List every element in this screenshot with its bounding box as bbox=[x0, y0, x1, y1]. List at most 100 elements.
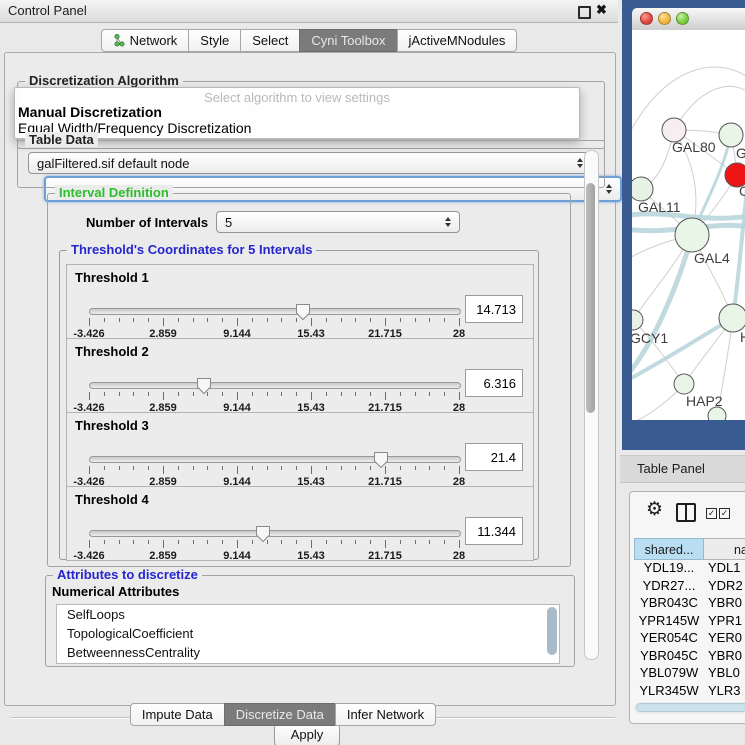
slider-track[interactable] bbox=[89, 456, 461, 463]
network-node[interactable] bbox=[675, 218, 709, 252]
threshold-4-value-field[interactable]: 11.344 bbox=[465, 517, 523, 545]
column-header-shared-name[interactable]: shared... bbox=[634, 538, 704, 560]
network-window-titlebar[interactable] bbox=[632, 8, 745, 31]
threshold-4-slider[interactable]: -3.4262.8599.14415.4321.71528 bbox=[89, 525, 459, 559]
network-canvas[interactable]: GAL80GACGAL11GAL4GCY1HHAP2 bbox=[632, 30, 745, 420]
checkbox-icon[interactable]: ✓ bbox=[719, 508, 730, 519]
table-scrollbar-thumb[interactable] bbox=[636, 703, 745, 712]
threshold-3-value-field[interactable]: 21.4 bbox=[465, 443, 523, 471]
tick-mark bbox=[104, 318, 105, 322]
table-row[interactable]: YBR045CYBR0 bbox=[634, 648, 745, 666]
network-node-label: C bbox=[739, 183, 745, 199]
threshold-2-slider[interactable]: -3.4262.8599.14415.4321.71528 bbox=[89, 377, 459, 411]
cell-shared-name[interactable]: YBL079W bbox=[634, 665, 704, 683]
tick-mark bbox=[400, 540, 401, 544]
network-node-label: GAL4 bbox=[694, 250, 730, 266]
combo-arrows-icon bbox=[445, 217, 451, 227]
attribute-list-item[interactable]: SelfLoops bbox=[57, 605, 559, 624]
numerical-attributes-list[interactable]: SelfLoopsTopologicalCoefficientBetweenne… bbox=[56, 604, 560, 664]
cell-name[interactable]: YPR1 bbox=[704, 613, 745, 631]
float-window-icon[interactable] bbox=[578, 6, 591, 19]
cell-name[interactable]: YDR2 bbox=[704, 578, 745, 596]
cell-shared-name[interactable]: YPR145W bbox=[634, 613, 704, 631]
tab-discretize-data[interactable]: Discretize Data bbox=[224, 703, 336, 726]
table-horizontal-scrollbar[interactable] bbox=[634, 702, 745, 714]
cell-name[interactable]: YBR0 bbox=[704, 648, 745, 666]
tick-mark bbox=[415, 318, 416, 322]
split-columns-icon[interactable] bbox=[676, 503, 696, 522]
gear-icon[interactable]: ⚙ bbox=[646, 500, 663, 519]
tick-mark bbox=[119, 540, 120, 544]
control-panel-titlebar: Control Panel ✖ bbox=[0, 0, 618, 23]
panel-scrollbar[interactable] bbox=[584, 150, 599, 660]
tab-select[interactable]: Select bbox=[240, 29, 300, 52]
attribute-list-item[interactable]: TopologicalCoefficient bbox=[57, 624, 559, 643]
slider-track[interactable] bbox=[89, 308, 461, 315]
number-of-intervals-value: 5 bbox=[225, 215, 232, 230]
threshold-2-label: Threshold 2 bbox=[75, 344, 149, 359]
panel-scrollbar-thumb[interactable] bbox=[586, 183, 595, 413]
tab-network-label: Network bbox=[130, 30, 178, 51]
tab-network[interactable]: Network bbox=[101, 29, 190, 52]
apply-button[interactable]: Apply bbox=[274, 723, 340, 745]
tick-mark bbox=[429, 540, 430, 544]
cell-name[interactable]: YIL0 bbox=[704, 700, 745, 701]
slider-track[interactable] bbox=[89, 382, 461, 389]
cell-name[interactable]: YBL0 bbox=[704, 665, 745, 683]
network-node[interactable] bbox=[674, 374, 694, 394]
tick-mark bbox=[311, 392, 312, 400]
threshold-1-value-field[interactable]: 14.713 bbox=[465, 295, 523, 323]
threshold-3-slider[interactable]: -3.4262.8599.14415.4321.71528 bbox=[89, 451, 459, 485]
table-data-combo[interactable]: galFiltered.sif default node bbox=[28, 152, 592, 174]
tick-mark bbox=[104, 466, 105, 470]
attribute-list-item[interactable]: BetweennessCentrality bbox=[57, 643, 559, 662]
tick-mark bbox=[415, 466, 416, 470]
cell-shared-name[interactable]: YBR045C bbox=[634, 648, 704, 666]
tab-infer-network[interactable]: Infer Network bbox=[335, 703, 436, 726]
cell-name[interactable]: YBR0 bbox=[704, 595, 745, 613]
table-row[interactable]: YBL079WYBL0 bbox=[634, 665, 745, 683]
tick-mark bbox=[326, 466, 327, 470]
table-row[interactable]: YER054CYER0 bbox=[634, 630, 745, 648]
threshold-1-slider[interactable]: -3.4262.8599.14415.4321.71528 bbox=[89, 303, 459, 337]
cell-name[interactable]: YLR3 bbox=[704, 683, 745, 701]
close-traffic-light-icon[interactable] bbox=[640, 12, 653, 25]
table-row[interactable]: YIL052CYIL0 bbox=[634, 700, 745, 701]
tick-label: -3.426 bbox=[73, 550, 104, 562]
table-row[interactable]: YLR345WYLR3 bbox=[634, 683, 745, 701]
tab-cyni-toolbox[interactable]: Cyni Toolbox bbox=[299, 29, 397, 52]
network-node[interactable] bbox=[719, 123, 743, 147]
minimize-traffic-light-icon[interactable] bbox=[658, 12, 671, 25]
close-icon[interactable]: ✖ bbox=[596, 2, 607, 18]
dropdown-option-manual[interactable]: Manual Discretization bbox=[18, 104, 162, 120]
checkbox-icon[interactable]: ✓ bbox=[706, 508, 717, 519]
cell-name[interactable]: YDL1 bbox=[704, 560, 745, 578]
network-node[interactable] bbox=[632, 177, 653, 201]
number-of-intervals-combo[interactable]: 5 bbox=[216, 211, 460, 233]
cell-name[interactable]: YER0 bbox=[704, 630, 745, 648]
cell-shared-name[interactable]: YBR043C bbox=[634, 595, 704, 613]
tick-mark bbox=[385, 540, 386, 548]
tab-style[interactable]: Style bbox=[188, 29, 241, 52]
network-node[interactable] bbox=[719, 304, 745, 332]
cell-shared-name[interactable]: YLR345W bbox=[634, 683, 704, 701]
tab-jactivemnodules[interactable]: jActiveMNodules bbox=[397, 29, 518, 52]
tick-mark bbox=[415, 392, 416, 396]
tick-mark bbox=[400, 466, 401, 470]
zoom-traffic-light-icon[interactable] bbox=[676, 12, 689, 25]
tick-mark bbox=[415, 540, 416, 544]
slider-track[interactable] bbox=[89, 530, 461, 537]
tab-impute-data[interactable]: Impute Data bbox=[130, 703, 225, 726]
cell-shared-name[interactable]: YIL052C bbox=[634, 700, 704, 701]
column-header-name[interactable]: na bbox=[704, 538, 745, 560]
cell-shared-name[interactable]: YDR27... bbox=[634, 578, 704, 596]
list-scrollbar-thumb[interactable] bbox=[547, 607, 557, 655]
network-node[interactable] bbox=[632, 310, 643, 330]
threshold-2-value-field[interactable]: 6.316 bbox=[465, 369, 523, 397]
table-row[interactable]: YDL19...YDL1 bbox=[634, 560, 745, 578]
table-row[interactable]: YPR145WYPR1 bbox=[634, 613, 745, 631]
cell-shared-name[interactable]: YER054C bbox=[634, 630, 704, 648]
table-row[interactable]: YBR043CYBR0 bbox=[634, 595, 745, 613]
table-row[interactable]: YDR27...YDR2 bbox=[634, 578, 745, 596]
cell-shared-name[interactable]: YDL19... bbox=[634, 560, 704, 578]
